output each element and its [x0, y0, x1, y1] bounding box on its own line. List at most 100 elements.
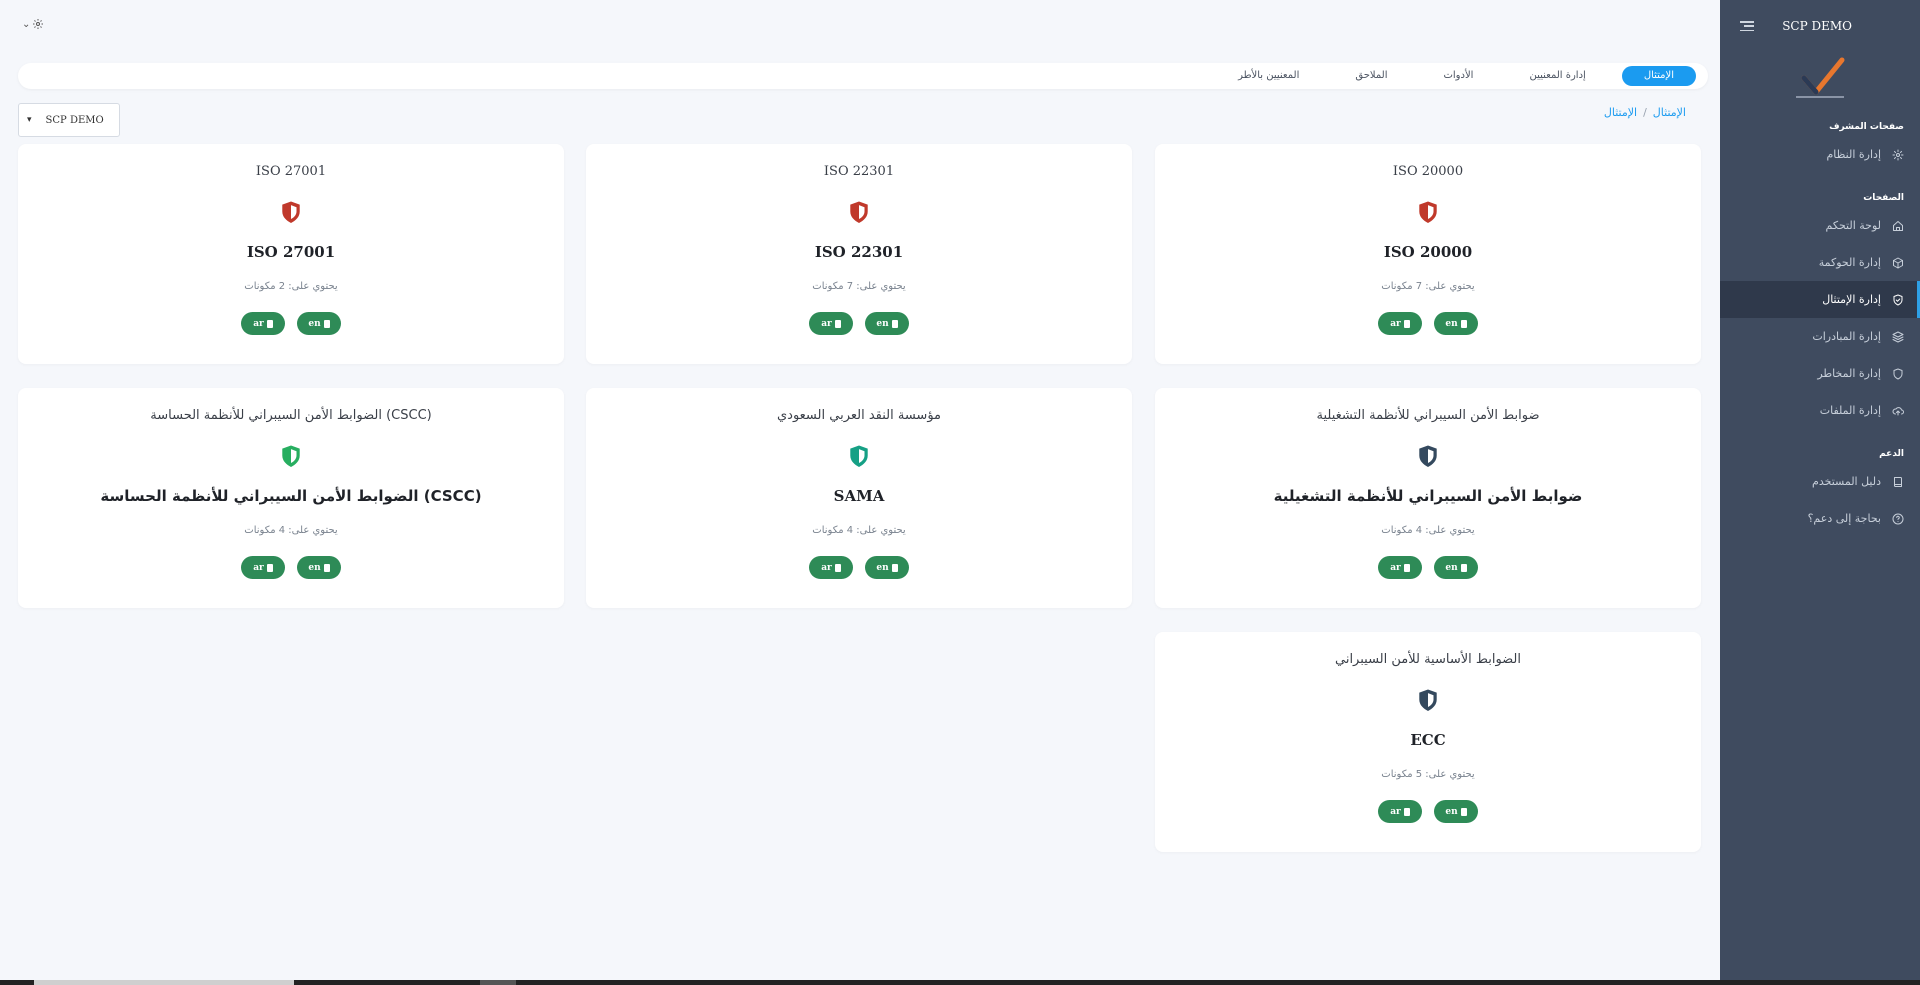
card-download-buttons: ar en	[18, 556, 564, 579]
download-en-button[interactable]: en	[1434, 556, 1478, 579]
download-button-label: ar	[1390, 806, 1401, 817]
breadcrumb-root[interactable]: الإمتثال	[1653, 106, 1686, 119]
shield-icon	[1419, 689, 1437, 711]
chevron-down-icon: ▾	[27, 115, 32, 125]
framework-card[interactable]: ISO 20000 ISO 20000 يحتوي على: 7 مكونات ar…	[1155, 144, 1701, 364]
document-icon	[323, 563, 330, 572]
card-download-buttons: ar en	[1155, 312, 1701, 335]
sidebar-item[interactable]: بحاجة إلى دعم؟	[1720, 500, 1920, 537]
help-circle-icon	[1891, 512, 1904, 525]
document-icon	[323, 319, 330, 328]
horizontal-scrollbar[interactable]	[0, 980, 1920, 985]
document-icon	[1403, 319, 1410, 328]
download-ar-button[interactable]: ar	[1378, 800, 1422, 823]
tab[interactable]: الإمتثال	[1621, 66, 1696, 86]
document-icon	[1460, 807, 1467, 816]
download-en-button[interactable]: en	[1434, 312, 1478, 335]
card-component-count: يحتوي على: 4 مكونات	[244, 525, 338, 536]
card-download-buttons: ar en	[1155, 556, 1701, 579]
download-ar-button[interactable]: ar	[809, 312, 853, 335]
download-ar-button[interactable]: ar	[809, 556, 853, 579]
document-icon	[266, 319, 273, 328]
sidebar-item[interactable]: إدارة الملفات	[1720, 392, 1920, 429]
download-ar-button[interactable]: ar	[241, 556, 285, 579]
download-en-button[interactable]: en	[297, 312, 341, 335]
download-button-label: ar	[821, 562, 832, 573]
download-button-label: en	[308, 562, 321, 573]
card-title: ضوابط الأمن السيبراني للأنظمة التشغيلية	[1316, 408, 1540, 423]
framework-card[interactable]: الضوابط الأساسية للأمن السيبراني ECC يحتو…	[1155, 632, 1701, 852]
breadcrumb-separator: /	[1643, 106, 1647, 119]
document-icon	[891, 563, 898, 572]
card-download-buttons: ar en	[18, 312, 564, 335]
download-button-label: ar	[821, 318, 832, 329]
framework-card[interactable]: ضوابط الأمن السيبراني للأنظمة التشغيلية …	[1155, 388, 1701, 608]
sidebar-item[interactable]: إدارة النظام	[1720, 136, 1920, 173]
sidebar-item-label: دليل المستخدم	[1812, 475, 1881, 488]
download-button-label: en	[1445, 318, 1458, 329]
document-icon	[1403, 563, 1410, 572]
framework-card[interactable]: الضوابط الأمن السيبراني للأنظمة الحساسة …	[18, 388, 564, 608]
card-component-count: يحتوي على: 4 مكونات	[1381, 525, 1475, 536]
document-icon	[1460, 319, 1467, 328]
cloud-upload-icon	[1891, 404, 1904, 417]
sidebar-item[interactable]: دليل المستخدم	[1720, 463, 1920, 500]
breadcrumb-current: الإمتثال	[1603, 106, 1638, 119]
sidebar-section-heading: صفحات المشرف	[1829, 122, 1904, 132]
card-name: الضوابط الأمن السيبراني للأنظمة الحساسة …	[100, 487, 482, 505]
tab[interactable]: الأدوات	[1423, 66, 1493, 86]
sidebar-item[interactable]: إدارة المخاطر	[1720, 355, 1920, 392]
download-button-label: ar	[1390, 318, 1401, 329]
download-button-label: ar	[1390, 562, 1401, 573]
card-name: ECC	[1410, 731, 1446, 749]
sidebar-item[interactable]: إدارة الحوكمة	[1720, 244, 1920, 281]
download-button-label: en	[308, 318, 321, 329]
download-en-button[interactable]: en	[865, 556, 909, 579]
download-en-button[interactable]: en	[865, 312, 909, 335]
box-icon	[1891, 256, 1904, 269]
document-icon	[834, 319, 841, 328]
sidebar-section-heading: الدعم	[1879, 449, 1904, 459]
download-en-button[interactable]: en	[1434, 800, 1478, 823]
download-ar-button[interactable]: ar	[1378, 556, 1422, 579]
card-name: ISO 22301	[814, 243, 904, 261]
download-ar-button[interactable]: ar	[1378, 312, 1422, 335]
download-en-button[interactable]: en	[297, 556, 341, 579]
sidebar-nav: صفحات المشرف إدارة النظام الصفحات لوحة التح…	[1720, 122, 1920, 537]
scrollbar-thumb[interactable]	[34, 980, 294, 985]
sidebar-item-label: إدارة المبادرات	[1812, 330, 1881, 343]
sidebar-item[interactable]: إدارة الإمتثال	[1720, 281, 1920, 318]
tab[interactable]: الملاحق	[1335, 66, 1407, 86]
sidebar-section-heading: الصفحات	[1863, 193, 1904, 203]
sidebar: SCP DEMO صفحات المشرف إدارة النظام الصفحات…	[1720, 0, 1920, 980]
card-download-buttons: ar en	[586, 556, 1132, 579]
card-name: SAMA	[833, 487, 885, 505]
menu-toggle-icon[interactable]	[1740, 21, 1754, 31]
shield-icon	[1419, 445, 1437, 467]
framework-card[interactable]: مؤسسة النقد العربي السعودي SAMA يحتوي على…	[586, 388, 1132, 608]
card-download-buttons: ar en	[1155, 800, 1701, 823]
shield-icon	[850, 445, 868, 467]
card-component-count: يحتوي على: 5 مكونات	[1381, 769, 1475, 780]
sidebar-item-label: إدارة الحوكمة	[1818, 256, 1881, 269]
tab[interactable]: إدارة المعنيين	[1509, 66, 1605, 86]
sidebar-item[interactable]: لوحة التحكم	[1720, 207, 1920, 244]
organization-select[interactable]: ▾ SCP DEMO	[18, 103, 120, 137]
card-name: ضوابط الأمن السيبراني للأنظمة التشغيلية	[1273, 487, 1583, 505]
breadcrumb: الإمتثال / الإمتثال	[1604, 106, 1686, 119]
download-button-label: ar	[253, 318, 264, 329]
card-title: ISO 20000	[1392, 164, 1464, 179]
sidebar-item-label: إدارة الإمتثال	[1822, 293, 1881, 306]
shield-icon	[1419, 201, 1437, 223]
sidebar-item-label: بحاجة إلى دعم؟	[1807, 512, 1881, 525]
framework-card[interactable]: ISO 27001 ISO 27001 يحتوي على: 2 مكونات ar…	[18, 144, 564, 364]
book-icon	[1891, 475, 1904, 488]
framework-card[interactable]: ISO 22301 ISO 22301 يحتوي على: 7 مكونات ar…	[586, 144, 1132, 364]
sidebar-item-label: إدارة المخاطر	[1817, 367, 1881, 380]
tab[interactable]: المعنيين بالأطر	[1218, 66, 1319, 86]
document-icon	[891, 319, 898, 328]
settings-dropdown-trigger[interactable]: ⌄	[22, 18, 44, 30]
card-title: الضوابط الأساسية للأمن السيبراني	[1334, 652, 1522, 667]
download-ar-button[interactable]: ar	[241, 312, 285, 335]
sidebar-item[interactable]: إدارة المبادرات	[1720, 318, 1920, 355]
